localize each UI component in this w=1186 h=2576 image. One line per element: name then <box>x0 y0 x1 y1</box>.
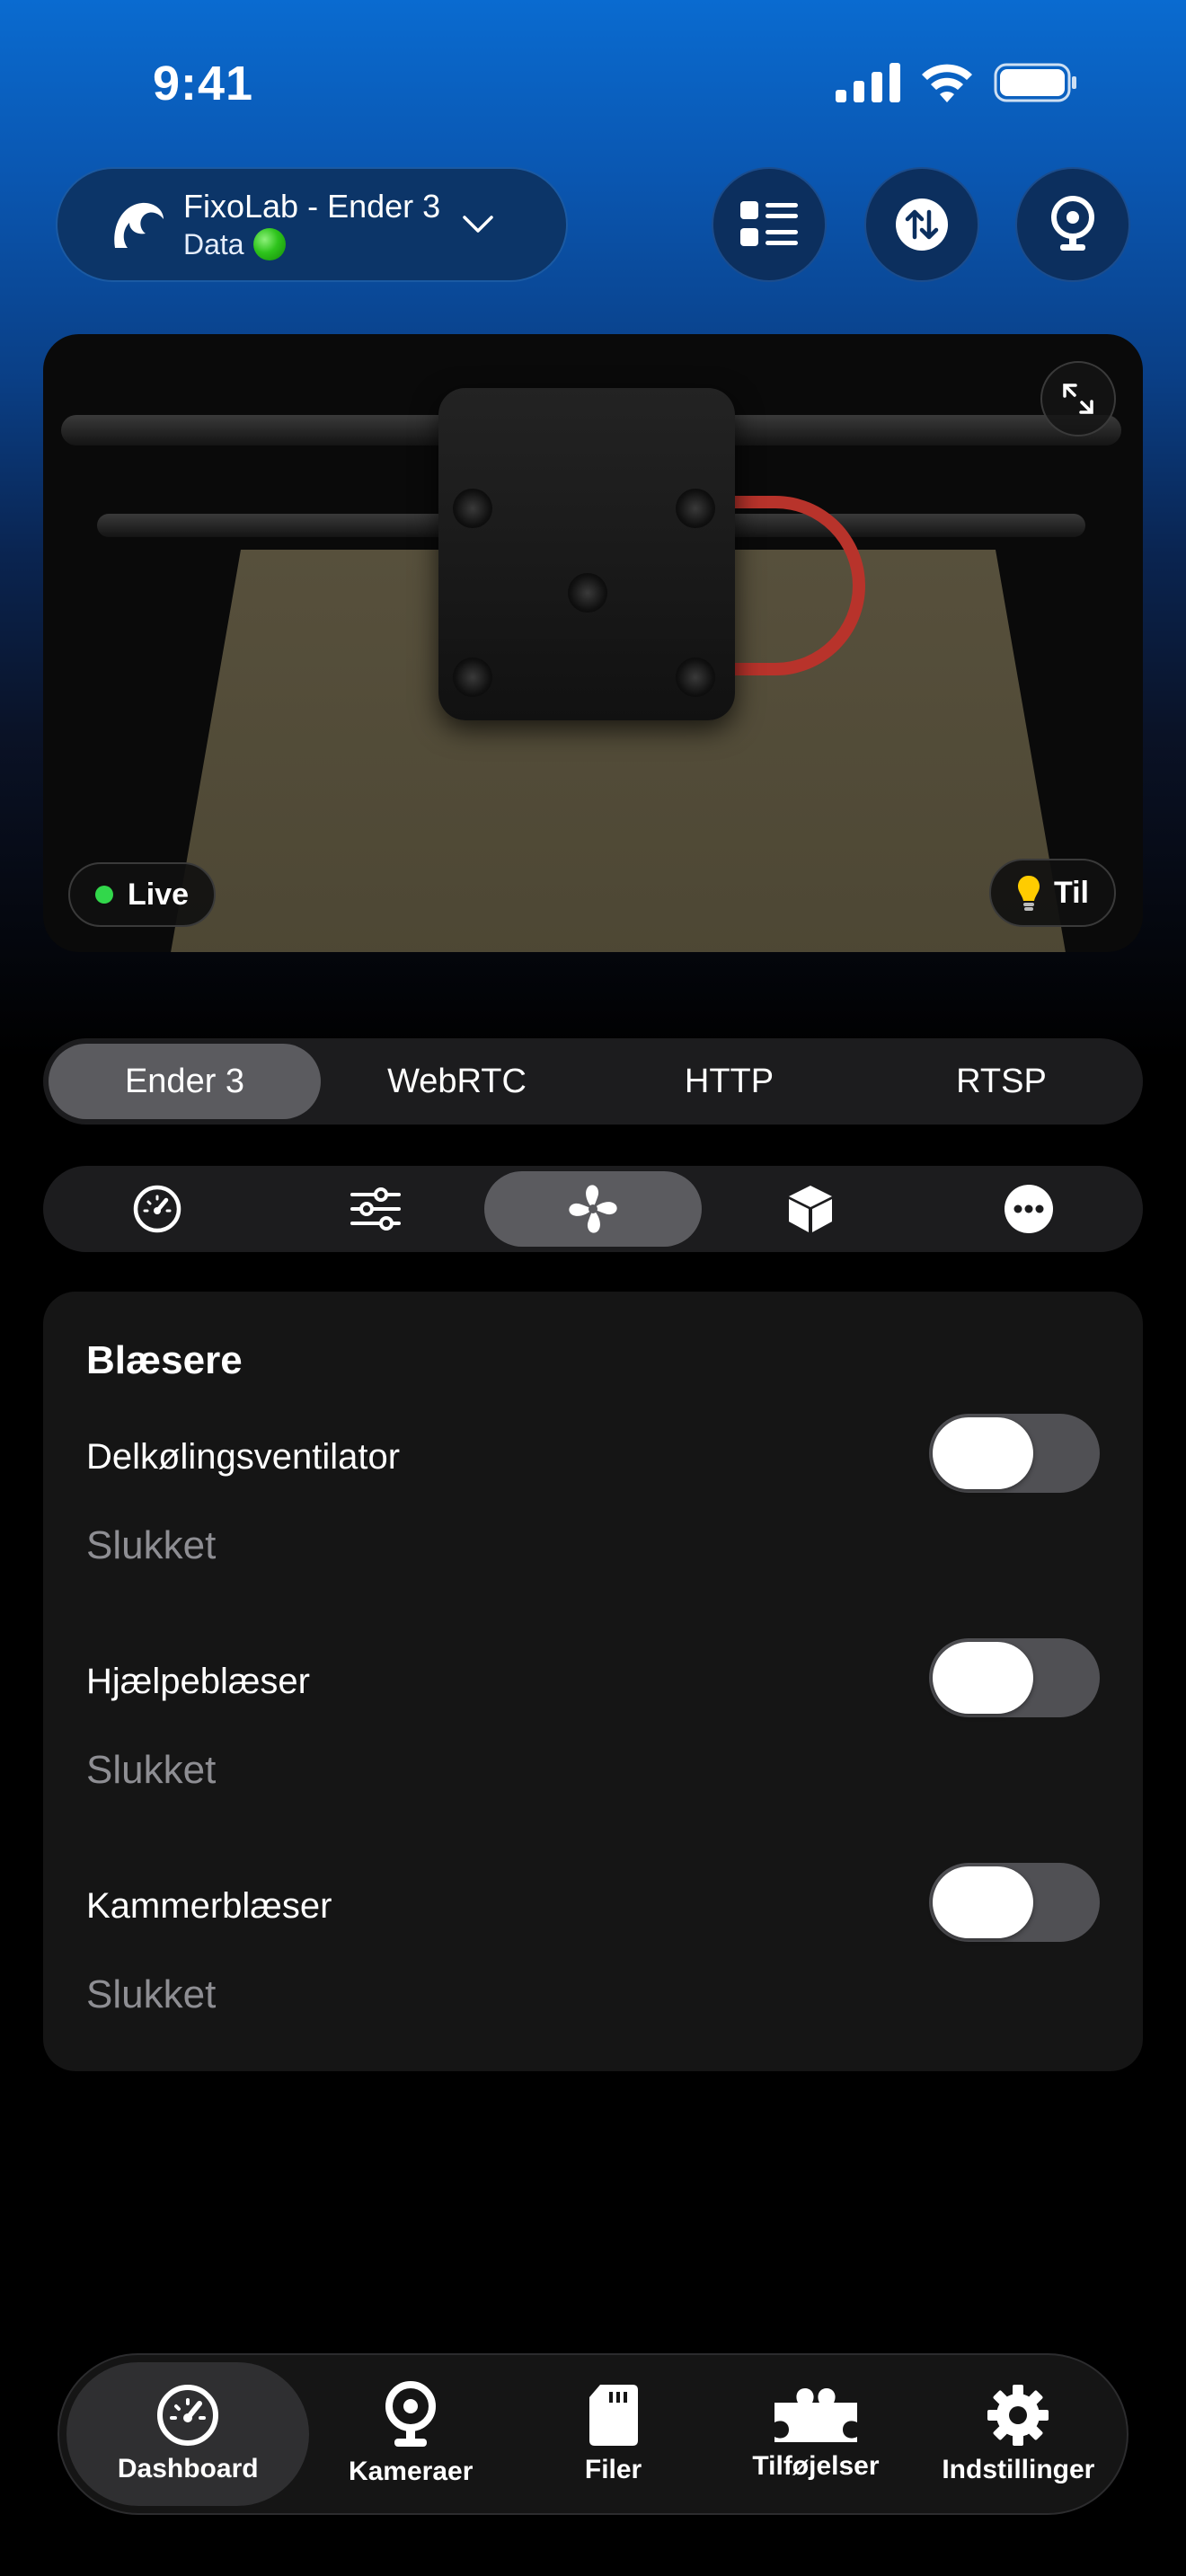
live-indicator-dot <box>95 886 113 904</box>
printer-logo-icon <box>114 202 164 248</box>
nav-files[interactable]: Filer <box>512 2362 714 2506</box>
fans-card: Blæsere Delkølingsventilator Slukket Hjæ… <box>43 1292 1143 2071</box>
webcam-icon <box>1051 196 1094 251</box>
cube-icon <box>789 1186 833 1232</box>
sd-card-icon <box>589 2385 638 2446</box>
nav-settings-label: Indstillinger <box>942 2455 1095 2484</box>
fan-toggle[interactable] <box>929 1414 1100 1493</box>
nav-plugins-label: Tilføjelser <box>752 2451 880 2481</box>
fan-toggle[interactable] <box>929 1638 1100 1717</box>
nav-dashboard[interactable]: Dashboard <box>66 2362 310 2506</box>
printer-name: FixoLab - Ender 3 <box>183 188 441 225</box>
panel-tabs <box>43 1166 1143 1252</box>
nav-cameras-label: Kameraer <box>348 2457 474 2486</box>
status-time: 9:41 <box>153 57 254 110</box>
bottom-tab-bar: Dashboard Kameraer Filer Tilføjelser Ind… <box>58 2353 1128 2515</box>
tab-dashboard[interactable] <box>49 1171 266 1247</box>
gear-icon <box>987 2385 1049 2446</box>
printer-selector[interactable]: FixoLab - Ender 3 Data <box>56 167 568 282</box>
fan-status: Slukket <box>86 1748 217 1792</box>
more-icon <box>1004 1185 1053 1233</box>
console-list-button[interactable] <box>712 167 827 282</box>
nav-dashboard-label: Dashboard <box>117 2454 259 2483</box>
list-icon <box>740 201 798 246</box>
connection-status-dot <box>252 228 286 260</box>
fan-status: Slukket <box>86 1972 217 2016</box>
nav-cameras[interactable]: Kameraer <box>309 2362 511 2506</box>
fan-name: Hjælpeblæser <box>86 1662 310 1701</box>
source-rtsp[interactable]: RTSP <box>865 1044 1137 1119</box>
fan-icon <box>569 1185 617 1233</box>
arrows-up-down-icon <box>896 198 948 251</box>
fan-status: Slukket <box>86 1523 217 1567</box>
nav-settings[interactable]: Indstillinger <box>917 2362 1120 2506</box>
printer-subtitle: Data <box>183 228 244 260</box>
sliders-icon <box>350 1187 401 1231</box>
source-webrtc[interactable]: WebRTC <box>321 1044 593 1119</box>
gauge-icon <box>133 1185 181 1233</box>
fullscreen-button[interactable] <box>1040 361 1116 437</box>
puzzle-icon <box>774 2388 857 2442</box>
printhead <box>438 388 735 720</box>
gauge-icon <box>157 2385 219 2446</box>
tab-more[interactable] <box>920 1171 1137 1247</box>
source-http[interactable]: HTTP <box>593 1044 865 1119</box>
lightbulb-icon <box>1017 876 1040 911</box>
camera-feed[interactable]: Live Til <box>43 334 1143 952</box>
light-toggle-button[interactable]: Til <box>988 859 1116 927</box>
tab-extruder[interactable] <box>702 1171 919 1247</box>
nav-plugins[interactable]: Tilføjelser <box>714 2362 916 2506</box>
webcam-icon <box>385 2381 437 2447</box>
nav-files-label: Filer <box>584 2455 642 2484</box>
live-label: Live <box>128 877 190 912</box>
fan-toggle[interactable] <box>929 1863 1100 1942</box>
tab-controls[interactable] <box>266 1171 483 1247</box>
camera-source-selector: Ender 3 WebRTC HTTP RTSP <box>43 1038 1143 1125</box>
wifi-icon <box>922 64 972 102</box>
fan-name: Delkølingsventilator <box>86 1437 401 1477</box>
light-label: Til <box>1053 875 1089 910</box>
battery-icon <box>994 63 1076 102</box>
fans-title: Blæsere <box>86 1338 243 1382</box>
source-ender3[interactable]: Ender 3 <box>49 1044 321 1119</box>
live-badge: Live <box>68 862 217 927</box>
status-icons <box>836 63 1078 102</box>
cellular-signal-icon <box>836 63 900 102</box>
webcam-button[interactable] <box>1015 167 1130 282</box>
chevron-down-icon <box>463 216 493 233</box>
transfer-button[interactable] <box>864 167 979 282</box>
tab-fans[interactable] <box>483 1171 703 1247</box>
fan-name: Kammerblæser <box>86 1886 332 1926</box>
expand-icon <box>1063 384 1093 414</box>
